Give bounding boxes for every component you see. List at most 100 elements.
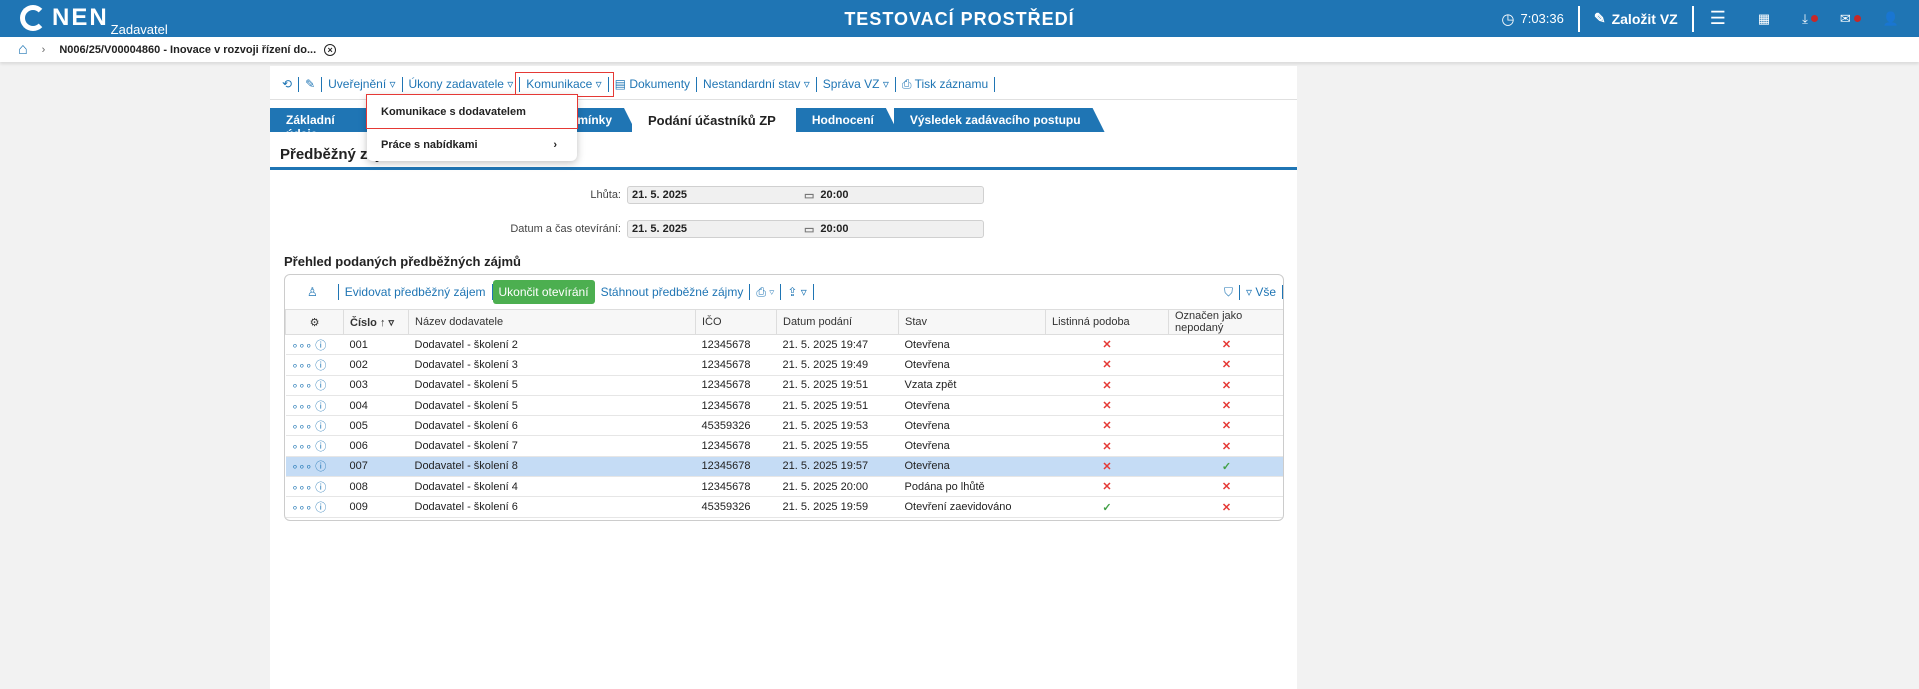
cross-icon: ✕ [1168, 354, 1283, 376]
tab-vysledek[interactable]: Výsledek zadávacího postupu [894, 108, 1105, 132]
cell: Dodavatel - školení 4 [408, 476, 696, 498]
cross-icon: ✕ [1168, 435, 1283, 457]
cell: Otevřena [898, 456, 1046, 478]
breadcrumb-title[interactable]: N006/25/V00004860 - Inovace v rozvoji ří… [59, 44, 316, 56]
user-icon[interactable]: 👤 [1867, 11, 1919, 27]
col-ico[interactable]: IČO [695, 309, 777, 335]
cross-icon: ✕ [1168, 395, 1283, 417]
calendar-icon: ▭ [804, 223, 815, 236]
row-actions[interactable]: ∘∘∘ ⓘ [285, 354, 344, 376]
toolbar-uverejneni[interactable]: Uveřejnění ▿ [322, 77, 403, 92]
row-actions[interactable]: ∘∘∘ ⓘ [285, 476, 344, 498]
row-actions[interactable]: ∘∘∘ ⓘ [285, 415, 344, 437]
opening-row: Datum a čas otevírání: 21. 5. 2025 ▭ 20:00 [270, 220, 984, 238]
table-row[interactable]: ∘∘∘ ⓘ 003 Dodavatel - školení 5 12345678 21.… [285, 375, 1283, 396]
table-title: Přehled podaných předběžných zájmů [284, 254, 521, 269]
more-icon: ∘∘∘ [291, 502, 313, 515]
tab-hodnoceni[interactable]: Hodnocení [796, 108, 898, 132]
row-actions[interactable]: ∘∘∘ ⓘ [285, 334, 344, 356]
cell: Otevřena [898, 354, 1046, 376]
calendar-icon[interactable]: ▦ [1742, 11, 1786, 27]
row-actions[interactable]: ∘∘∘ ⓘ [285, 435, 344, 457]
col-cislo[interactable]: Číslo ↑ ▿ [343, 309, 409, 335]
mail-icon[interactable]: ✉ [1824, 11, 1867, 27]
toolbar-sprava[interactable]: Správa VZ ▿ [817, 77, 896, 92]
cross-icon: ✕ [1045, 415, 1169, 437]
row-actions[interactable]: ∘∘∘ ⓘ [285, 395, 344, 417]
col-listinna[interactable]: Listinná podoba [1045, 309, 1169, 335]
edit-icon: ✎ [1593, 10, 1606, 26]
toolbar-ukony[interactable]: Úkony zadavatele ▿ [403, 77, 521, 92]
menu-icon[interactable]: ☰ [1694, 8, 1742, 29]
refresh-icon[interactable]: ⟲ [276, 77, 300, 92]
submissions-table: ⚙ Číslo ↑ ▿ Název dodavatele IČO Datum p… [285, 309, 1283, 518]
award-icon[interactable]: ♙ [301, 284, 339, 300]
table-row[interactable]: ∘∘∘ ⓘ 001 Dodavatel - školení 2 12345678 21.… [285, 334, 1283, 356]
check-icon: ✓ [1168, 456, 1283, 478]
table-row[interactable]: ∘∘∘ ⓘ 009 Dodavatel - školení 6 45359326 21.… [285, 496, 1283, 518]
more-icon: ∘∘∘ [291, 339, 313, 352]
more-icon: ∘∘∘ [291, 461, 313, 474]
close-icon[interactable]: × [324, 43, 337, 56]
col-nepodany[interactable]: Označen jako nepodaný [1168, 309, 1283, 335]
cell: Otevřena [898, 334, 1046, 356]
menu-prace-s-nabidkami[interactable]: Práce s nabídkami › [367, 128, 577, 161]
more-icon: ∘∘∘ [291, 380, 313, 393]
info-icon: ⓘ [315, 441, 327, 454]
row-actions[interactable]: ∘∘∘ ⓘ [285, 456, 344, 478]
record-interest-button[interactable]: Evidovat předběžný zájem [339, 284, 493, 300]
toolbar-komunikace[interactable]: Komunikace ▿ [515, 72, 614, 97]
tab-zakladni-udaje[interactable]: Základní údaje [270, 108, 380, 132]
table-row[interactable]: ∘∘∘ ⓘ 002 Dodavatel - školení 3 12345678 21.… [285, 354, 1283, 376]
table-row[interactable]: ∘∘∘ ⓘ 005 Dodavatel - školení 6 45359326 21.… [285, 415, 1283, 437]
table-row[interactable]: ∘∘∘ ⓘ 007 Dodavatel - školení 8 12345678 21.… [285, 456, 1283, 478]
print-icon[interactable]: ⎙ ▿ [750, 284, 782, 300]
row-actions[interactable]: ∘∘∘ ⓘ [285, 375, 344, 396]
cell: 45359326 [695, 496, 777, 518]
toolbar-dokumenty[interactable]: ▤ Dokumenty [609, 77, 698, 92]
cell: 12345678 [695, 334, 777, 356]
menu-komunikace-s-dodavatelem[interactable]: Komunikace s dodavatelem [366, 94, 578, 129]
top-bar: NEN Zadavatel TESTOVACÍ PROSTŘEDÍ ◷ 7:03:3… [0, 0, 1919, 37]
column-settings-icon[interactable]: ⚙ [285, 309, 344, 335]
export-icon[interactable]: ⇪ ▿ [781, 284, 814, 300]
deadline-field[interactable]: 21. 5. 2025 ▭ 20:00 [627, 186, 984, 204]
cell: 12345678 [695, 375, 777, 396]
cell: 21. 5. 2025 20:00 [776, 476, 899, 498]
download-interest-button[interactable]: Stáhnout předběžné zájmy [595, 284, 751, 300]
cell: Otevřena [898, 395, 1046, 417]
toolbar-nestandardni[interactable]: Nestandardní stav ▿ [697, 77, 817, 92]
row-actions[interactable]: ∘∘∘ ⓘ [285, 496, 344, 518]
opening-field[interactable]: 21. 5. 2025 ▭ 20:00 [627, 220, 984, 238]
col-nazev[interactable]: Název dodavatele [408, 309, 696, 335]
table-row[interactable]: ∘∘∘ ⓘ 006 Dodavatel - školení 7 12345678 21.… [285, 435, 1283, 457]
cell: Otevřena [898, 435, 1046, 457]
create-vz-button[interactable]: ✎ Založit VZ [1580, 10, 1692, 27]
table-row[interactable]: ∘∘∘ ⓘ 008 Dodavatel - školení 4 12345678 21.… [285, 476, 1283, 498]
cell: Dodavatel - školení 2 [408, 334, 696, 356]
cross-icon: ✕ [1045, 395, 1169, 417]
cell: Dodavatel - školení 5 [408, 395, 696, 417]
download-icon[interactable]: ⤓ [1786, 11, 1824, 27]
edit-icon[interactable]: ✎ [299, 77, 323, 92]
check-icon: ✓ [1045, 496, 1169, 518]
col-datum[interactable]: Datum podání [776, 309, 899, 335]
cell: 12345678 [695, 476, 777, 498]
chevron-right-icon: › [41, 43, 46, 56]
toolbar-tisk[interactable]: ⎙ Tisk záznamu [896, 77, 996, 92]
view-all-select[interactable]: ▿ Vše [1240, 285, 1283, 299]
chevron-right-icon: › [553, 138, 557, 151]
more-icon: ∘∘∘ [291, 359, 313, 372]
col-stav[interactable]: Stav [898, 309, 1046, 335]
clock-icon: ◷ [1501, 10, 1515, 28]
more-icon: ∘∘∘ [291, 441, 313, 454]
filter-icon[interactable]: ⛉ [1218, 284, 1240, 300]
home-icon[interactable]: ⌂ [18, 41, 28, 59]
deadline-row: Lhůta: 21. 5. 2025 ▭ 20:00 [270, 186, 984, 204]
cell: 21. 5. 2025 19:47 [776, 334, 899, 356]
calendar-icon: ▭ [804, 189, 815, 202]
cell: 003 [343, 375, 409, 396]
tab-podani[interactable]: Podání účastníků ZP [632, 108, 800, 132]
table-row[interactable]: ∘∘∘ ⓘ 004 Dodavatel - školení 5 12345678 21.… [285, 395, 1283, 417]
finish-opening-button[interactable]: Ukončit otevírání [492, 280, 595, 304]
